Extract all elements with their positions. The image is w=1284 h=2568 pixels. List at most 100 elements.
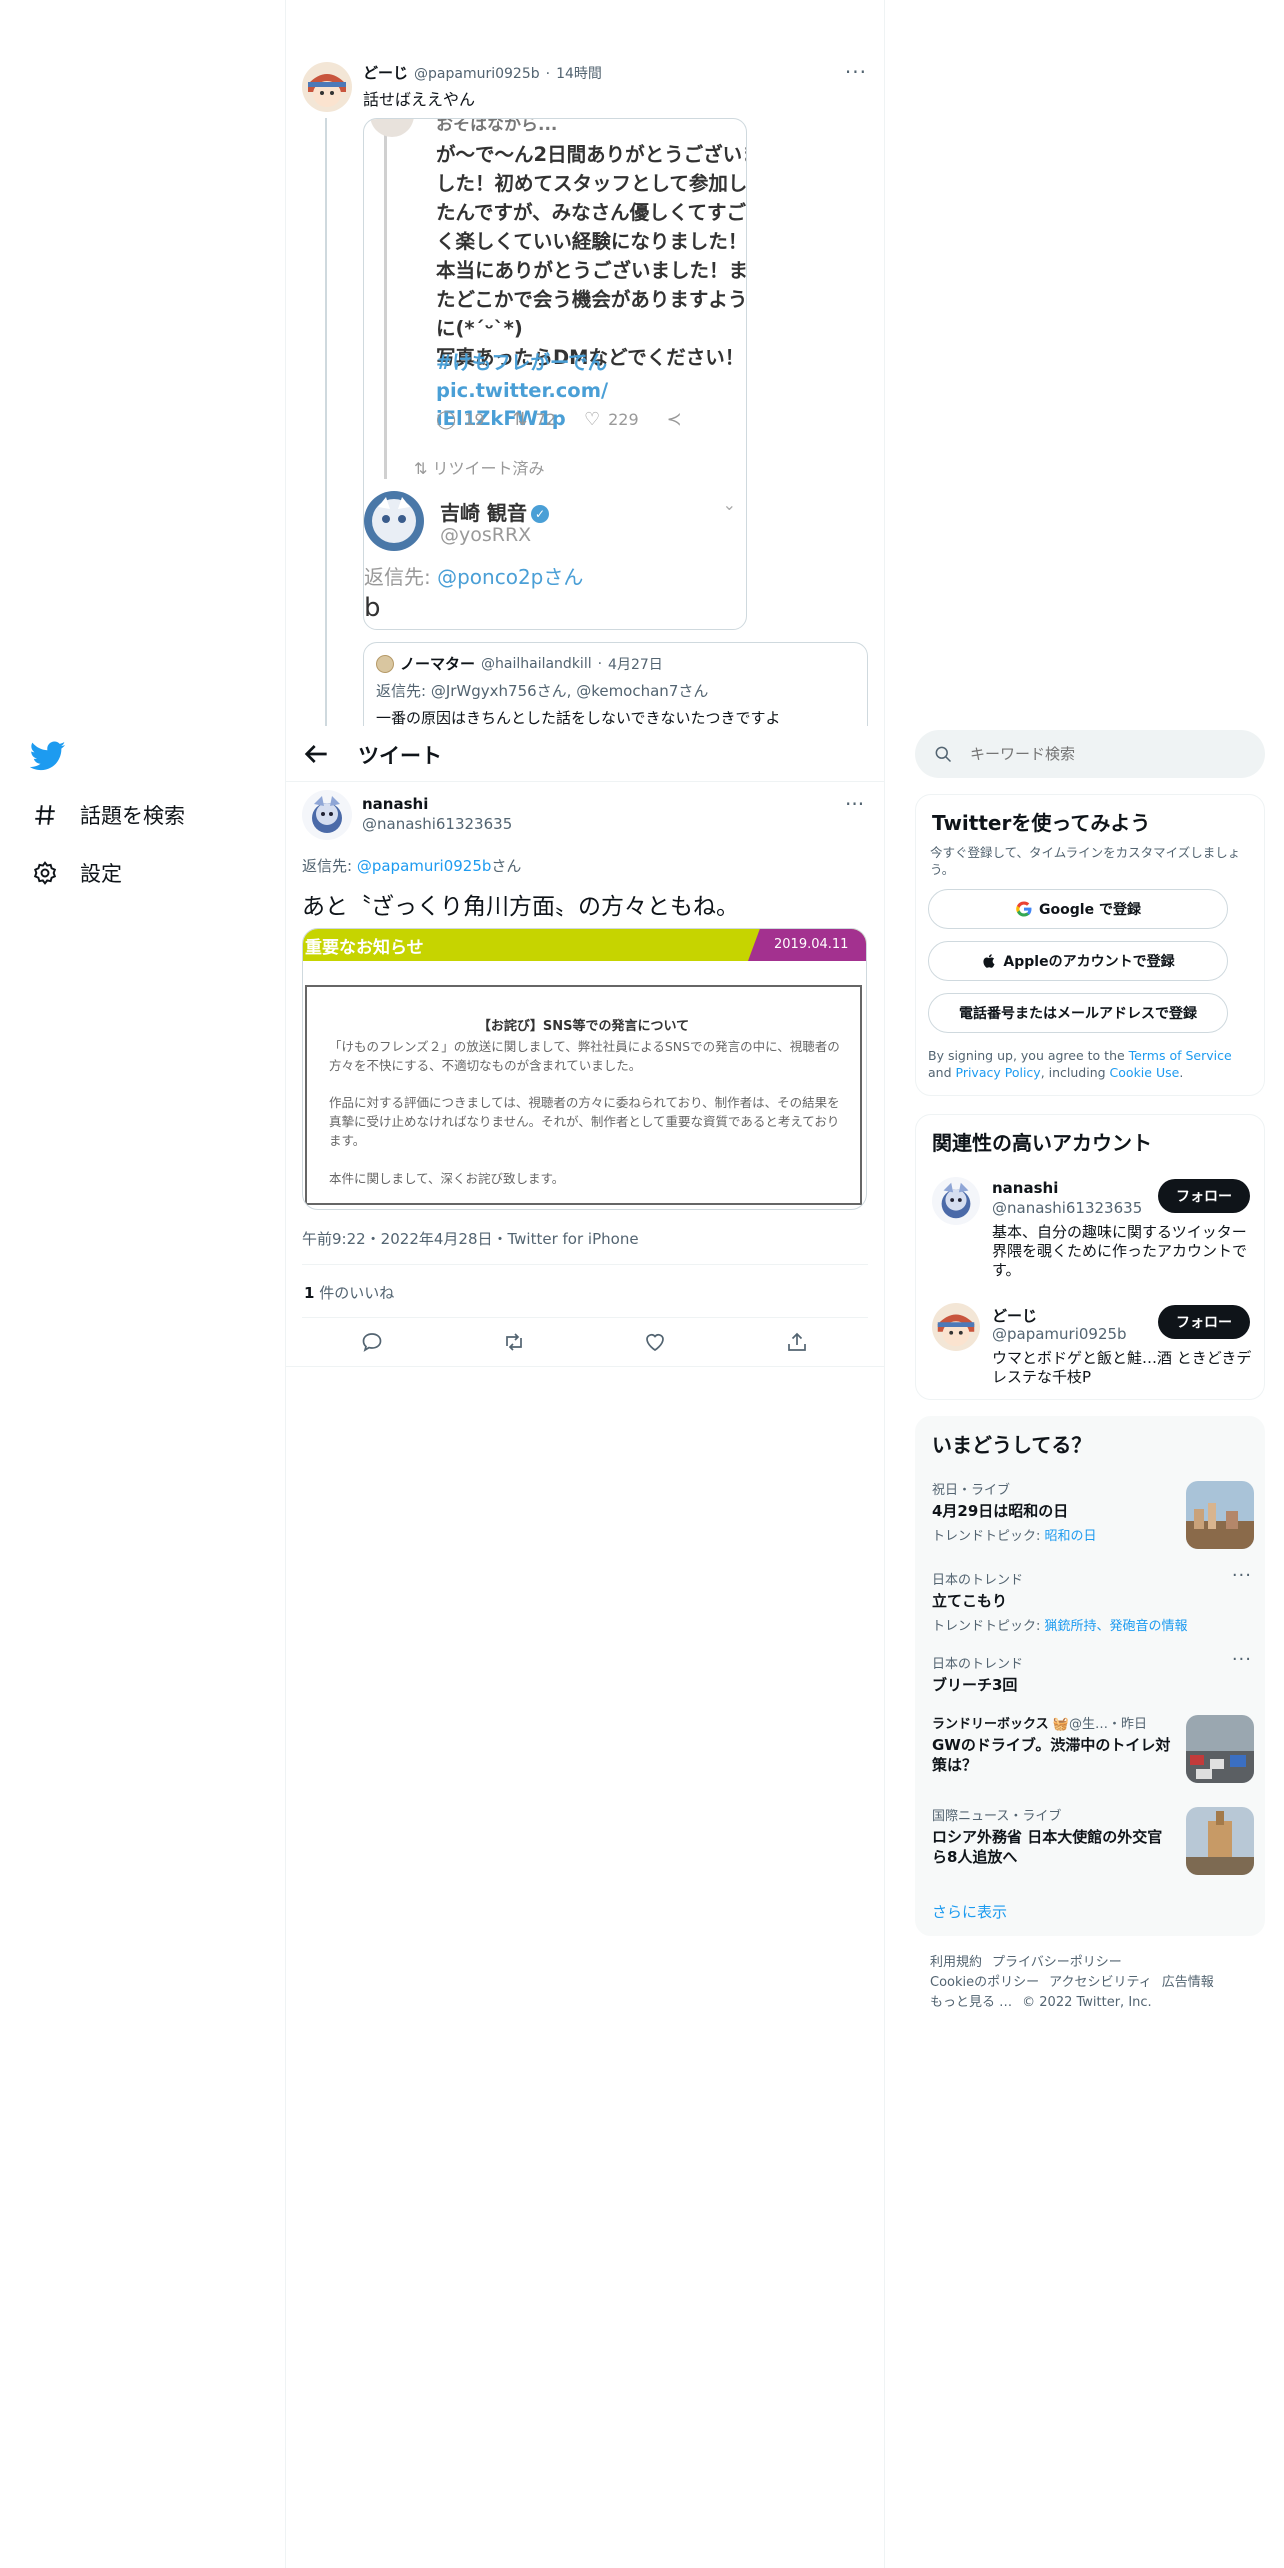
trend-item[interactable]: 日本のトレンド ブリーチ3回 ···: [932, 1649, 1252, 1695]
more-icon[interactable]: ···: [845, 792, 864, 816]
search-box[interactable]: [915, 730, 1265, 778]
back-arrow-icon[interactable]: [300, 738, 332, 770]
heart-icon[interactable]: [643, 1330, 667, 1354]
footer-link[interactable]: プライバシーポリシー: [992, 1955, 1122, 1970]
more-icon[interactable]: ···: [845, 60, 867, 84]
phone-signup-button[interactable]: 電話番号またはメールアドレスで登録: [928, 993, 1228, 1033]
trend-item[interactable]: 日本のトレンド 立てこもり トレンドトピック: 猟銃所持、発砲音の情報 ···: [932, 1565, 1252, 1634]
image-notice-paragraph: 「けものフレンズ２」の放送に関しまして、弊社社員によるSNSでの発言の中に、視聴…: [329, 1039, 840, 1073]
nav-settings[interactable]: 設定: [32, 858, 122, 888]
like-count[interactable]: 1 件のいいね: [304, 1282, 394, 1303]
signup-terms: By signing up, you agree to the Terms of…: [928, 1047, 1253, 1081]
twitter-logo-icon[interactable]: [30, 738, 66, 774]
search-input[interactable]: [970, 742, 1250, 766]
reply-icon[interactable]: [360, 1330, 384, 1354]
gear-icon: [33, 861, 57, 885]
page-header: ツイート: [286, 726, 884, 782]
timestamp: 4月27日: [608, 656, 663, 673]
trend-item[interactable]: ランドリーボックス 🧺@生…・昨日 GWのドライブ。渋滞中のトイレ対策は？: [932, 1713, 1254, 1783]
more-icon[interactable]: ···: [1232, 1649, 1252, 1670]
tweet-image[interactable]: 重要なお知らせ 2019.04.11 【お詫び】SNS等での発言について 「けも…: [302, 928, 867, 1210]
signup-subtitle: 今すぐ登録して、タイムラインをカスタマイズしましょう。: [930, 845, 1241, 877]
related-title: 関連性の高いアカウント: [932, 1131, 1152, 1155]
trend-meta: 日本のトレンド: [932, 1573, 1024, 1588]
reply-prefix: 返信先:: [302, 857, 357, 875]
follow-button[interactable]: フォロー: [1158, 1305, 1250, 1339]
terms-text: By signing up, you agree to the: [928, 1048, 1129, 1063]
display-name[interactable]: どーじ: [363, 62, 408, 83]
image-name: 吉崎 観音 ✓: [440, 497, 549, 526]
image-retweet-count: ⇅ 72: [513, 409, 556, 430]
trend-topic-link[interactable]: 昭和の日: [1045, 1529, 1097, 1544]
quoted-tweet[interactable]: ノーマター @hailhailandkill · 4月27日 返信先: @JrW…: [363, 642, 868, 726]
avatar[interactable]: [932, 1303, 980, 1351]
trend-account: ランドリーボックス: [932, 1717, 1049, 1732]
phone-signup-label: 電話番号またはメールアドレスで登録: [959, 1006, 1197, 1022]
retweet-icon[interactable]: [502, 1330, 526, 1354]
avatar: [376, 654, 394, 673]
image-reply-count: ◯ 19: [436, 409, 485, 430]
parent-tweet[interactable]: どーじ @papamuri0925b · 14時間 ··· 話せばええやん おそ…: [285, 0, 885, 726]
tweet-text: あと〝ざっくり角川方面〟の方々ともね。: [302, 894, 739, 920]
terms-link[interactable]: Terms of Service: [1129, 1048, 1232, 1063]
count: 19: [464, 410, 485, 429]
trend-thumbnail: [1186, 1481, 1254, 1549]
account-handle[interactable]: @nanashi61323635: [992, 1199, 1142, 1217]
related-accounts-panel: 関連性の高いアカウント nanashi @nanashi61323635 フォロ…: [915, 1114, 1265, 1400]
reply-icon: ◯: [436, 409, 457, 430]
footer-more-link[interactable]: もっと見る …: [930, 1995, 1012, 2010]
footer-link[interactable]: 広告情報: [1162, 1975, 1214, 1990]
count: 229: [608, 410, 639, 429]
footer-link[interactable]: Cookieのポリシー: [930, 1975, 1039, 1990]
google-signup-button[interactable]: Google で登録: [928, 889, 1228, 929]
image-body: b: [364, 593, 381, 623]
account-name[interactable]: どーじ: [992, 1305, 1037, 1326]
apple-signup-button[interactable]: Appleのアカウントで登録: [928, 941, 1228, 981]
heart-icon: ♡: [583, 409, 601, 430]
tweet-meta[interactable]: 午前9:22・2022年4月28日・Twitter for iPhone: [302, 1228, 639, 1249]
handle[interactable]: @nanashi61323635: [362, 815, 512, 833]
image-notice-box: 【お詫び】SNS等での発言について 「けものフレンズ２」の放送に関しまして、弊社…: [305, 985, 862, 1205]
label: リツイート済み: [432, 459, 545, 478]
avatar[interactable]: [302, 790, 352, 840]
trend-meta-rest: 🧺@生…・昨日: [1048, 1717, 1147, 1732]
divider: [286, 1366, 884, 1367]
follow-button[interactable]: フォロー: [1158, 1179, 1250, 1213]
footer-link[interactable]: アクセシビリティ: [1049, 1975, 1152, 1990]
trend-thumbnail: [1186, 1807, 1254, 1875]
image-link-line: #けもフレがーでん pic.twitter.com/: [436, 351, 609, 402]
share-icon: ≺: [666, 409, 682, 430]
display-name[interactable]: nanashi: [362, 795, 428, 813]
handle[interactable]: @papamuri0925b: [414, 66, 540, 82]
trend-topic-link[interactable]: 猟銃所持、発砲音の情報: [1045, 1619, 1188, 1634]
image-line: く楽しくていい経験になりました！: [436, 230, 747, 253]
tweet-image[interactable]: おそはなから... が〜で〜ん2日間ありがとうございま した！初めてスタッフとし…: [363, 118, 747, 630]
timestamp[interactable]: 14時間: [556, 63, 602, 83]
like-count-number: 1: [304, 1284, 315, 1302]
cookie-link[interactable]: Cookie Use: [1110, 1065, 1180, 1080]
search-icon: [935, 746, 952, 763]
footer-link[interactable]: 利用規約: [930, 1955, 982, 1970]
trend-item[interactable]: 祝日・ライブ 4月29日は昭和の日 トレンドトピック: 昭和の日: [932, 1479, 1254, 1549]
signup-title: Twitterを使ってみよう: [932, 811, 1151, 835]
share-icon[interactable]: [785, 1330, 809, 1354]
avatar[interactable]: [302, 62, 352, 112]
chevron-down-icon: ⌄: [722, 495, 736, 514]
avatar[interactable]: [932, 1177, 980, 1225]
name: 吉崎 観音: [440, 501, 527, 525]
image-avatar-fragment: [370, 119, 414, 137]
account-handle[interactable]: @papamuri0925b: [992, 1325, 1127, 1343]
show-more-link[interactable]: さらに表示: [932, 1901, 1007, 1922]
image-line: 本当にありがとうございました！ま: [436, 259, 747, 282]
image-handle: @yosRRX: [440, 524, 532, 546]
trend-item[interactable]: 国際ニュース・ライブ ロシア外務省 日本大使館の外交官ら8人追放へ: [932, 1805, 1254, 1875]
trend-title: GWのドライブ。渋滞中のトイレ対策は？: [932, 1736, 1171, 1774]
signup-panel: Twitterを使ってみよう 今すぐ登録して、タイムラインをカスタマイズしましょ…: [915, 794, 1265, 1096]
image-text: おそはなから... が〜で〜ん2日間ありがとうございま した！初めてスタッフとし…: [436, 119, 747, 372]
trends-title: いまどうしてる？: [932, 1433, 1092, 1457]
nav-explore[interactable]: 話題を検索: [32, 800, 185, 830]
privacy-link[interactable]: Privacy Policy: [956, 1065, 1041, 1080]
account-name[interactable]: nanashi: [992, 1179, 1058, 1197]
reply-to-link[interactable]: @papamuri0925b: [357, 857, 492, 875]
more-icon[interactable]: ···: [1232, 1565, 1252, 1586]
